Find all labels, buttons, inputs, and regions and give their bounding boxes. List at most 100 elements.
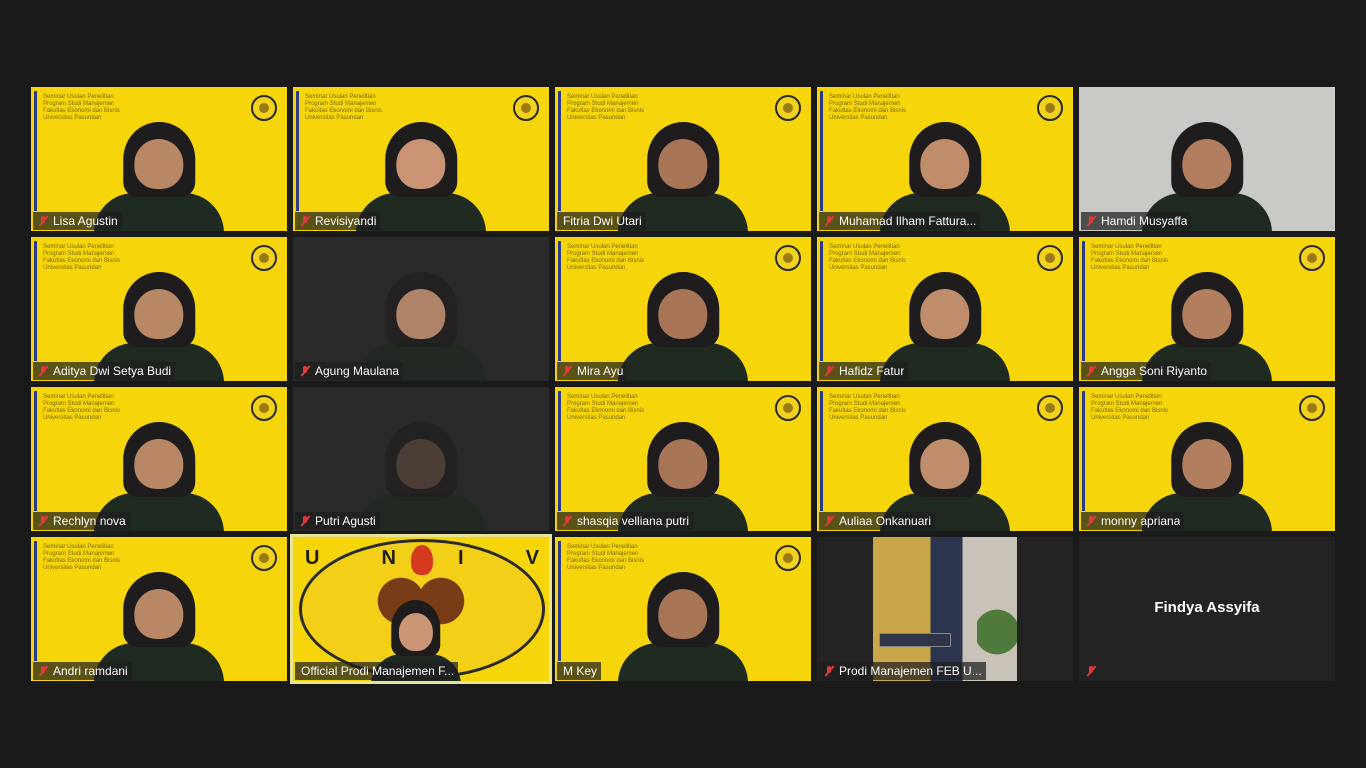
participant-name: monny apriana bbox=[1101, 514, 1181, 528]
participant-tile[interactable]: Seminar Usulan Penelitian Program Studi … bbox=[31, 387, 287, 531]
slide-stripe bbox=[558, 541, 561, 661]
slide-stripe bbox=[1082, 391, 1085, 511]
microphone-muted-icon bbox=[1085, 515, 1097, 527]
name-label: Official Prodi Manajemen F... bbox=[295, 662, 459, 680]
participant-tile[interactable]: Seminar Usulan Penelitian Program Studi … bbox=[31, 87, 287, 231]
name-label: Angga Soni Riyanto bbox=[1081, 362, 1212, 380]
name-label: Putri Agusti bbox=[295, 512, 380, 530]
slide-stripe bbox=[1082, 241, 1085, 361]
microphone-muted-icon bbox=[37, 215, 49, 227]
participant-display-name: Findya Assyifa bbox=[1154, 599, 1260, 616]
name-label: Prodi Manajemen FEB U... bbox=[819, 662, 986, 680]
participant-tile[interactable]: Agung Maulana bbox=[293, 237, 549, 381]
university-seal-icon bbox=[1037, 245, 1063, 271]
participant-tile[interactable]: Hamdi Musyaffa bbox=[1079, 87, 1335, 231]
participant-tile[interactable]: Seminar Usulan Penelitian Program Studi … bbox=[555, 387, 811, 531]
participant-name: Mira Ayu bbox=[577, 364, 624, 378]
name-label: M Key bbox=[557, 662, 602, 680]
microphone-muted-icon bbox=[299, 515, 311, 527]
participant-tile[interactable]: Seminar Usulan Penelitian Program Studi … bbox=[31, 237, 287, 381]
participant-name: Hamdi Musyaffa bbox=[1101, 214, 1188, 228]
university-seal-icon bbox=[1037, 95, 1063, 121]
university-seal-icon bbox=[513, 95, 539, 121]
building-sign bbox=[879, 633, 951, 647]
university-seal-icon bbox=[251, 545, 277, 571]
slide-stripe bbox=[34, 241, 37, 361]
participant-tile[interactable]: Findya Assyifa bbox=[1079, 537, 1335, 681]
microphone-muted-icon bbox=[37, 365, 49, 377]
participant-tile[interactable]: U N I V Official Prodi Manajemen F... bbox=[290, 534, 552, 684]
university-seal-icon bbox=[775, 395, 801, 421]
microphone-muted-icon bbox=[299, 365, 311, 377]
university-seal-icon bbox=[1037, 395, 1063, 421]
participant-name: Fitria Dwi Utari bbox=[563, 214, 642, 228]
participant-name: M Key bbox=[563, 664, 598, 678]
slide-stripe bbox=[820, 241, 823, 361]
participant-name: Official Prodi Manajemen F... bbox=[301, 664, 455, 678]
microphone-muted-icon bbox=[299, 215, 311, 227]
gallery-grid: Seminar Usulan Penelitian Program Studi … bbox=[31, 87, 1335, 684]
slide-stripe bbox=[34, 391, 37, 511]
participant-name: Muhamad Ilham Fattura... bbox=[839, 214, 977, 228]
name-label: Mira Ayu bbox=[557, 362, 628, 380]
slide-stripe bbox=[558, 391, 561, 511]
name-label: Revisiyandi bbox=[295, 212, 381, 230]
microphone-muted-icon bbox=[823, 365, 835, 377]
participant-tile[interactable]: Seminar Usulan Penelitian Program Studi … bbox=[1079, 387, 1335, 531]
microphone-muted-icon bbox=[1085, 215, 1097, 227]
slide-stripe bbox=[34, 541, 37, 661]
participant-tile[interactable]: Seminar Usulan Penelitian Program Studi … bbox=[31, 537, 287, 681]
participant-tile[interactable]: Seminar Usulan Penelitian Program Studi … bbox=[293, 87, 549, 231]
tree-image bbox=[977, 597, 1017, 667]
name-label: shasqia velliana putri bbox=[557, 512, 694, 530]
participant-name: shasqia velliana putri bbox=[577, 514, 690, 528]
participant-name: Lisa Agustin bbox=[53, 214, 118, 228]
university-seal-icon bbox=[1299, 395, 1325, 421]
slide-stripe bbox=[296, 91, 299, 211]
participant-tile[interactable]: Seminar Usulan Penelitian Program Studi … bbox=[555, 537, 811, 681]
participant-tile[interactable]: Seminar Usulan Penelitian Program Studi … bbox=[817, 87, 1073, 231]
logo-letter: I bbox=[458, 547, 464, 569]
university-seal-icon bbox=[251, 245, 277, 271]
participant-tile[interactable]: Seminar Usulan Penelitian Program Studi … bbox=[817, 237, 1073, 381]
name-label: Fitria Dwi Utari bbox=[557, 212, 646, 230]
participant-name: Rechlyn nova bbox=[53, 514, 126, 528]
participant-name: Andri ramdani bbox=[53, 664, 128, 678]
microphone-muted-icon bbox=[1085, 665, 1097, 677]
university-seal-icon bbox=[775, 545, 801, 571]
name-label: Rechlyn nova bbox=[33, 512, 130, 530]
participant-tile[interactable]: Prodi Manajemen FEB U... bbox=[817, 537, 1073, 681]
logo-letter: N bbox=[381, 547, 396, 569]
participant-name: Hafidz Fatur bbox=[839, 364, 905, 378]
name-label: Hafidz Fatur bbox=[819, 362, 909, 380]
participant-name: Auliaa Onkanuari bbox=[839, 514, 932, 528]
participant-name: Prodi Manajemen FEB U... bbox=[839, 664, 982, 678]
microphone-muted-icon bbox=[823, 515, 835, 527]
participant-tile[interactable]: Seminar Usulan Penelitian Program Studi … bbox=[555, 87, 811, 231]
participant-name: Putri Agusti bbox=[315, 514, 376, 528]
participant-video bbox=[618, 265, 748, 381]
university-seal-icon bbox=[775, 95, 801, 121]
participant-tile[interactable]: Seminar Usulan Penelitian Program Studi … bbox=[817, 387, 1073, 531]
slide-stripe bbox=[820, 391, 823, 511]
participant-video bbox=[618, 565, 748, 681]
logo-letter: U bbox=[305, 547, 320, 569]
university-seal-icon bbox=[251, 395, 277, 421]
logo-letter: V bbox=[525, 547, 539, 569]
participant-tile[interactable]: Seminar Usulan Penelitian Program Studi … bbox=[1079, 237, 1335, 381]
participant-tile[interactable]: Putri Agusti bbox=[293, 387, 549, 531]
university-seal-icon bbox=[1299, 245, 1325, 271]
name-label: Andri ramdani bbox=[33, 662, 132, 680]
name-label: Aditya Dwi Setya Budi bbox=[33, 362, 176, 380]
microphone-muted-icon bbox=[561, 365, 573, 377]
participant-name: Angga Soni Riyanto bbox=[1101, 364, 1208, 378]
microphone-muted-icon bbox=[37, 515, 49, 527]
microphone-muted-icon bbox=[823, 665, 835, 677]
participant-tile[interactable]: Seminar Usulan Penelitian Program Studi … bbox=[555, 237, 811, 381]
name-label: Auliaa Onkanuari bbox=[819, 512, 936, 530]
name-label: Agung Maulana bbox=[295, 362, 404, 380]
participant-name: Revisiyandi bbox=[315, 214, 377, 228]
participant-name: Aditya Dwi Setya Budi bbox=[53, 364, 172, 378]
university-seal-icon bbox=[775, 245, 801, 271]
name-label: Muhamad Ilham Fattura... bbox=[819, 212, 981, 230]
